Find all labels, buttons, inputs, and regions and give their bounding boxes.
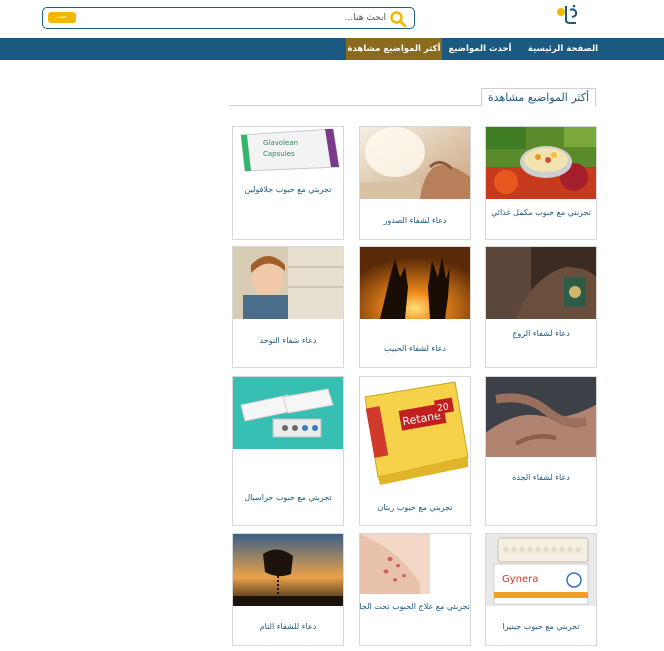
article-title[interactable]: تجربتي مع حبوب جلافولين — [233, 185, 343, 194]
article-title[interactable]: تجربتي مع حبوب مكمل غذائي — [486, 208, 596, 217]
section-header: أكثر المواضيع مشاهدة — [229, 88, 596, 107]
elderly-hands-image — [486, 377, 596, 457]
svg-text:Gynera: Gynera — [502, 574, 538, 585]
site-logo-icon[interactable] — [552, 2, 582, 26]
article-card[interactable]: Retane 20 تجربتي مع حبوب ريتان — [359, 376, 471, 526]
main-navbar: الصفحة الرئيسية أحدث المواضيع أكثر الموا… — [0, 38, 664, 60]
article-card[interactable]: دعاء لشفاء الجدة — [485, 376, 597, 526]
praying-hands-image — [360, 127, 470, 199]
gracial-pills-image — [233, 377, 343, 449]
article-card[interactable]: دعاء لشفاء الحبيب — [359, 246, 471, 368]
article-card[interactable]: دعاء شفاء التوحد — [232, 246, 344, 368]
article-title[interactable]: دعاء لشفاء الجدة — [486, 473, 596, 482]
search-input[interactable] — [96, 10, 386, 26]
article-title[interactable]: تجربتي مع حبوب جراسيال — [233, 493, 343, 502]
vegetables-supplements-image — [486, 127, 596, 199]
site-header: بحث — [0, 0, 664, 38]
article-title[interactable]: تجربتي مع علاج الحبوب تحت الجلد — [360, 602, 470, 611]
nav-item-home[interactable]: الصفحة الرئيسية — [518, 38, 608, 60]
article-card[interactable]: دعاء لشفاء الزوج — [485, 246, 597, 368]
skin-acne-image — [360, 534, 470, 594]
holding-quran-image — [486, 247, 596, 319]
article-title[interactable]: دعاء شفاء التوحد — [233, 336, 343, 345]
article-title[interactable]: دعاء لشفاء الزوج — [486, 329, 596, 338]
article-title[interactable]: دعاء لشفاء الصدور — [360, 216, 470, 225]
article-card[interactable]: Gynera تجربتي مع حبوب جينيرا — [485, 533, 597, 646]
svg-text:20: 20 — [437, 402, 450, 414]
article-title[interactable]: دعاء لشفاء الحبيب — [360, 344, 470, 353]
nav-item-latest[interactable]: أحدث المواضيع — [442, 38, 518, 60]
article-title[interactable]: تجربتي مع حبوب جينيرا — [486, 622, 596, 631]
article-card[interactable]: تجربتي مع حبوب مكمل غذائي — [485, 126, 597, 240]
gynera-pills-image: Gynera — [486, 534, 596, 606]
retane-box-image: Retane 20 — [360, 377, 470, 487]
svg-text:Capsules: Capsules — [263, 150, 295, 158]
article-card[interactable]: تجربتي مع علاج الحبوب تحت الجلد — [359, 533, 471, 646]
article-title[interactable]: دعاء للشفاء التام — [233, 622, 343, 631]
prayer-beads-sunset-image — [233, 534, 343, 606]
article-card[interactable]: دعاء لشفاء الصدور — [359, 126, 471, 240]
search-icon[interactable] — [389, 10, 407, 28]
article-title[interactable]: تجربتي مع حبوب ريتان — [360, 503, 470, 512]
svg-text:Glavolean: Glavolean — [263, 139, 298, 147]
article-card[interactable]: تجربتي مع حبوب جراسيال — [232, 376, 344, 526]
article-card[interactable]: Glavolean Capsules تجربتي مع حبوب جلافول… — [232, 126, 344, 240]
section-title: أكثر المواضيع مشاهدة — [480, 88, 596, 107]
search-button[interactable]: بحث — [48, 12, 76, 23]
sad-child-window-image — [233, 247, 343, 319]
search-bar: بحث — [42, 7, 415, 29]
article-card[interactable]: دعاء للشفاء التام — [232, 533, 344, 646]
sunset-hands-image — [360, 247, 470, 319]
nav-item-most-viewed[interactable]: أكثر المواضيع مشاهدة — [346, 38, 442, 60]
